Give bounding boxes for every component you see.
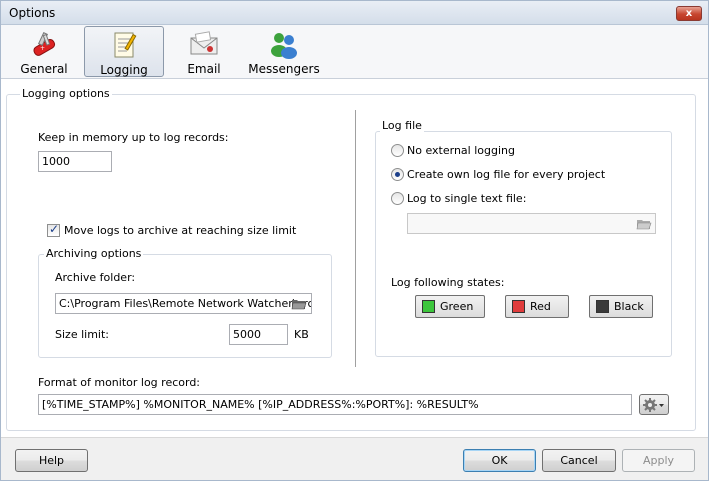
options-toolbar: + General Logging Email Messengers (1, 25, 708, 79)
tab-messengers[interactable]: Messengers (248, 26, 320, 77)
green-swatch (422, 300, 435, 313)
format-options-button[interactable] (639, 394, 669, 415)
browse-file-icon[interactable] (636, 217, 652, 230)
no-external-logging-label: No external logging (407, 144, 515, 157)
log-file-legend: Log file (380, 119, 424, 132)
checkmark-icon: ✓ (49, 222, 60, 236)
own-log-file-label: Create own log file for every project (407, 168, 606, 181)
state-black-button[interactable]: Black (589, 295, 653, 318)
tab-email[interactable]: Email (173, 26, 235, 77)
radio-single-text-file[interactable] (391, 192, 404, 205)
vertical-separator (355, 110, 356, 367)
people-icon (271, 33, 297, 59)
tab-general-label: General (20, 62, 68, 76)
size-limit-input[interactable]: 5000 (229, 324, 288, 345)
size-limit-label: Size limit: (55, 328, 109, 341)
help-button[interactable]: Help (15, 449, 88, 472)
red-swatch (512, 300, 525, 313)
state-green-button[interactable]: Green (415, 295, 485, 318)
move-logs-label: Move logs to archive at reaching size li… (64, 224, 297, 237)
state-red-button[interactable]: Red (505, 295, 569, 318)
state-red-label: Red (530, 300, 551, 313)
move-logs-checkbox[interactable]: ✓ (47, 222, 60, 237)
gear-dropdown-icon (643, 398, 664, 412)
state-black-label: Black (614, 300, 644, 313)
close-icon: x (685, 8, 693, 19)
tab-general[interactable]: + General (15, 26, 73, 77)
radio-own-log-file[interactable] (391, 168, 404, 181)
svg-text:+: + (40, 45, 45, 52)
tab-logging[interactable]: Logging (84, 26, 164, 77)
archiving-options-legend: Archiving options (44, 247, 144, 260)
state-green-label: Green (440, 300, 474, 313)
radio-no-external-logging[interactable] (391, 144, 404, 157)
tab-messengers-label: Messengers (248, 62, 320, 76)
memory-label: Keep in memory up to log records: (38, 131, 229, 144)
format-label: Format of monitor log record: (38, 376, 201, 389)
single-text-file-input[interactable] (407, 213, 656, 234)
log-file-group (375, 131, 672, 357)
log-format-input[interactable]: [%TIME_STAMP%] %MONITOR_NAME% [%IP_ADDRE… (38, 394, 632, 415)
log-states-label: Log following states: (391, 276, 505, 289)
single-text-file-label: Log to single text file: (407, 192, 527, 205)
memory-records-input[interactable]: 1000 (38, 151, 112, 172)
tab-email-label: Email (187, 62, 221, 76)
archive-folder-label: Archive folder: (55, 271, 136, 284)
title-bar: Options x (1, 1, 708, 25)
open-folder-icon[interactable] (291, 297, 307, 310)
cancel-button[interactable]: Cancel (542, 449, 616, 472)
apply-button[interactable]: Apply (622, 449, 695, 472)
close-button[interactable]: x (676, 6, 702, 21)
options-window: Options x + General Logging Email Messen… (0, 0, 709, 481)
black-swatch (596, 300, 609, 313)
notepad-icon (114, 32, 137, 58)
dialog-footer: Help OK Cancel Apply (1, 437, 708, 480)
logging-options-legend: Logging options (20, 87, 112, 100)
logging-panel: Logging options Keep in memory up to log… (1, 79, 708, 437)
window-title: Options (9, 6, 56, 20)
ok-button[interactable]: OK (463, 449, 536, 472)
envelope-icon (190, 31, 218, 55)
swiss-knife-icon: + (33, 32, 56, 56)
archive-folder-input[interactable]: C:\Program Files\Remote Network Watcher\… (55, 293, 312, 314)
tab-logging-label: Logging (100, 63, 148, 77)
size-unit-label: KB (294, 328, 309, 341)
